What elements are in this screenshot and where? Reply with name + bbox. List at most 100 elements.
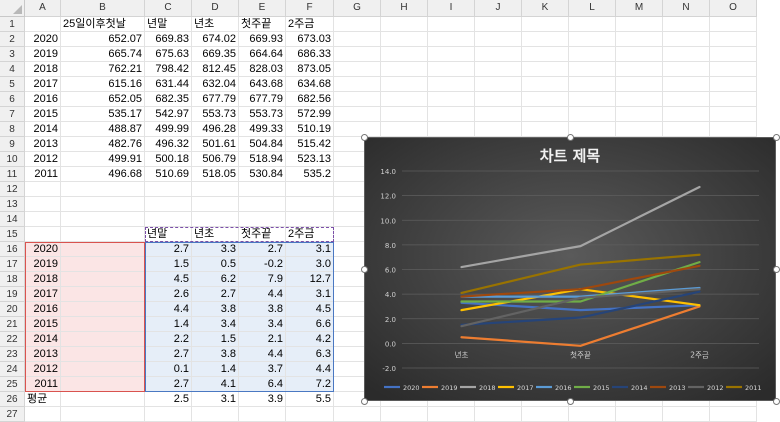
cell-A6[interactable]: 2016 [25,92,61,107]
cell-A22[interactable]: 2014 [25,332,61,347]
cell-A12[interactable] [25,182,61,197]
cell-E22[interactable]: 2.1 [239,332,286,347]
cell-G6[interactable] [334,92,381,107]
cell-B9[interactable]: 482.76 [61,137,145,152]
cell-C22[interactable]: 2.2 [145,332,192,347]
cell-N4[interactable] [663,62,710,77]
row-header-11[interactable]: 11 [0,167,25,182]
row-header-18[interactable]: 18 [0,272,25,287]
cell-E3[interactable]: 664.64 [239,47,286,62]
cell-J1[interactable] [475,17,522,32]
cell-O1[interactable] [710,17,757,32]
row-header-20[interactable]: 20 [0,302,25,317]
cell-L1[interactable] [569,17,616,32]
row-header-10[interactable]: 10 [0,152,25,167]
cell-A3[interactable]: 2019 [25,47,61,62]
cell-A4[interactable]: 2018 [25,62,61,77]
row-header-2[interactable]: 2 [0,32,25,47]
cell-C27[interactable] [145,407,192,422]
cell-B26[interactable] [61,392,145,407]
cell-C7[interactable]: 542.97 [145,107,192,122]
cell-F12[interactable] [286,182,334,197]
cell-K4[interactable] [522,62,569,77]
cell-O7[interactable] [710,107,757,122]
cell-D16[interactable]: 3.3 [192,242,239,257]
cell-C10[interactable]: 500.18 [145,152,192,167]
cell-B3[interactable]: 665.74 [61,47,145,62]
cell-O6[interactable] [710,92,757,107]
cell-E18[interactable]: 7.9 [239,272,286,287]
cell-N6[interactable] [663,92,710,107]
cell-E11[interactable]: 530.84 [239,167,286,182]
cell-D7[interactable]: 553.73 [192,107,239,122]
cell-C1[interactable]: 년말 [145,17,192,32]
cell-L6[interactable] [569,92,616,107]
cell-M1[interactable] [616,17,663,32]
column-header-H[interactable]: H [381,0,428,17]
cell-L3[interactable] [569,47,616,62]
cell-H27[interactable] [381,407,428,422]
column-header-O[interactable]: O [710,0,757,17]
cell-C11[interactable]: 510.69 [145,167,192,182]
cell-K27[interactable] [522,407,569,422]
cell-G27[interactable] [334,407,381,422]
chart-resize-handle[interactable] [772,397,780,405]
cell-A27[interactable] [25,407,61,422]
cell-G5[interactable] [334,77,381,92]
row-header-25[interactable]: 25 [0,377,25,392]
cell-E9[interactable]: 504.84 [239,137,286,152]
cell-C9[interactable]: 496.32 [145,137,192,152]
cell-K2[interactable] [522,32,569,47]
cell-K5[interactable] [522,77,569,92]
cell-C25[interactable]: 2.7 [145,377,192,392]
row-header-1[interactable]: 1 [0,17,25,32]
column-header-B[interactable]: B [61,0,145,17]
cell-A18[interactable]: 2018 [25,272,61,287]
cell-C21[interactable]: 1.4 [145,317,192,332]
cell-C24[interactable]: 0.1 [145,362,192,377]
cell-F16[interactable]: 3.1 [286,242,334,257]
cell-B27[interactable] [61,407,145,422]
cell-D3[interactable]: 669.35 [192,47,239,62]
cell-E7[interactable]: 553.73 [239,107,286,122]
cell-E26[interactable]: 3.9 [239,392,286,407]
cell-M8[interactable] [616,122,663,137]
cell-L2[interactable] [569,32,616,47]
cell-A15[interactable] [25,227,61,242]
cell-M2[interactable] [616,32,663,47]
cell-D20[interactable]: 3.8 [192,302,239,317]
cell-A24[interactable]: 2012 [25,362,61,377]
cell-D25[interactable]: 4.1 [192,377,239,392]
cell-D23[interactable]: 3.8 [192,347,239,362]
cell-D27[interactable] [192,407,239,422]
cell-B16[interactable] [61,242,145,257]
cell-O8[interactable] [710,122,757,137]
cell-L7[interactable] [569,107,616,122]
cell-K6[interactable] [522,92,569,107]
cell-G4[interactable] [334,62,381,77]
cell-F10[interactable]: 523.13 [286,152,334,167]
cell-C23[interactable]: 2.7 [145,347,192,362]
column-header-M[interactable]: M [616,0,663,17]
cell-A1[interactable] [25,17,61,32]
row-header-22[interactable]: 22 [0,332,25,347]
column-header-A[interactable]: A [25,0,61,17]
cell-C3[interactable]: 675.63 [145,47,192,62]
cell-A13[interactable] [25,197,61,212]
cell-E14[interactable] [239,212,286,227]
cell-I7[interactable] [428,107,475,122]
cell-J3[interactable] [475,47,522,62]
cell-A16[interactable]: 2020 [25,242,61,257]
cell-F18[interactable]: 12.7 [286,272,334,287]
cell-E1[interactable]: 첫주끝 [239,17,286,32]
cell-N5[interactable] [663,77,710,92]
cell-F8[interactable]: 510.19 [286,122,334,137]
cell-E20[interactable]: 3.8 [239,302,286,317]
cell-F9[interactable]: 515.42 [286,137,334,152]
cell-D1[interactable]: 년초 [192,17,239,32]
cell-D6[interactable]: 677.79 [192,92,239,107]
cell-B24[interactable] [61,362,145,377]
cell-C14[interactable] [145,212,192,227]
chart-resize-handle[interactable] [360,397,368,405]
cell-M7[interactable] [616,107,663,122]
